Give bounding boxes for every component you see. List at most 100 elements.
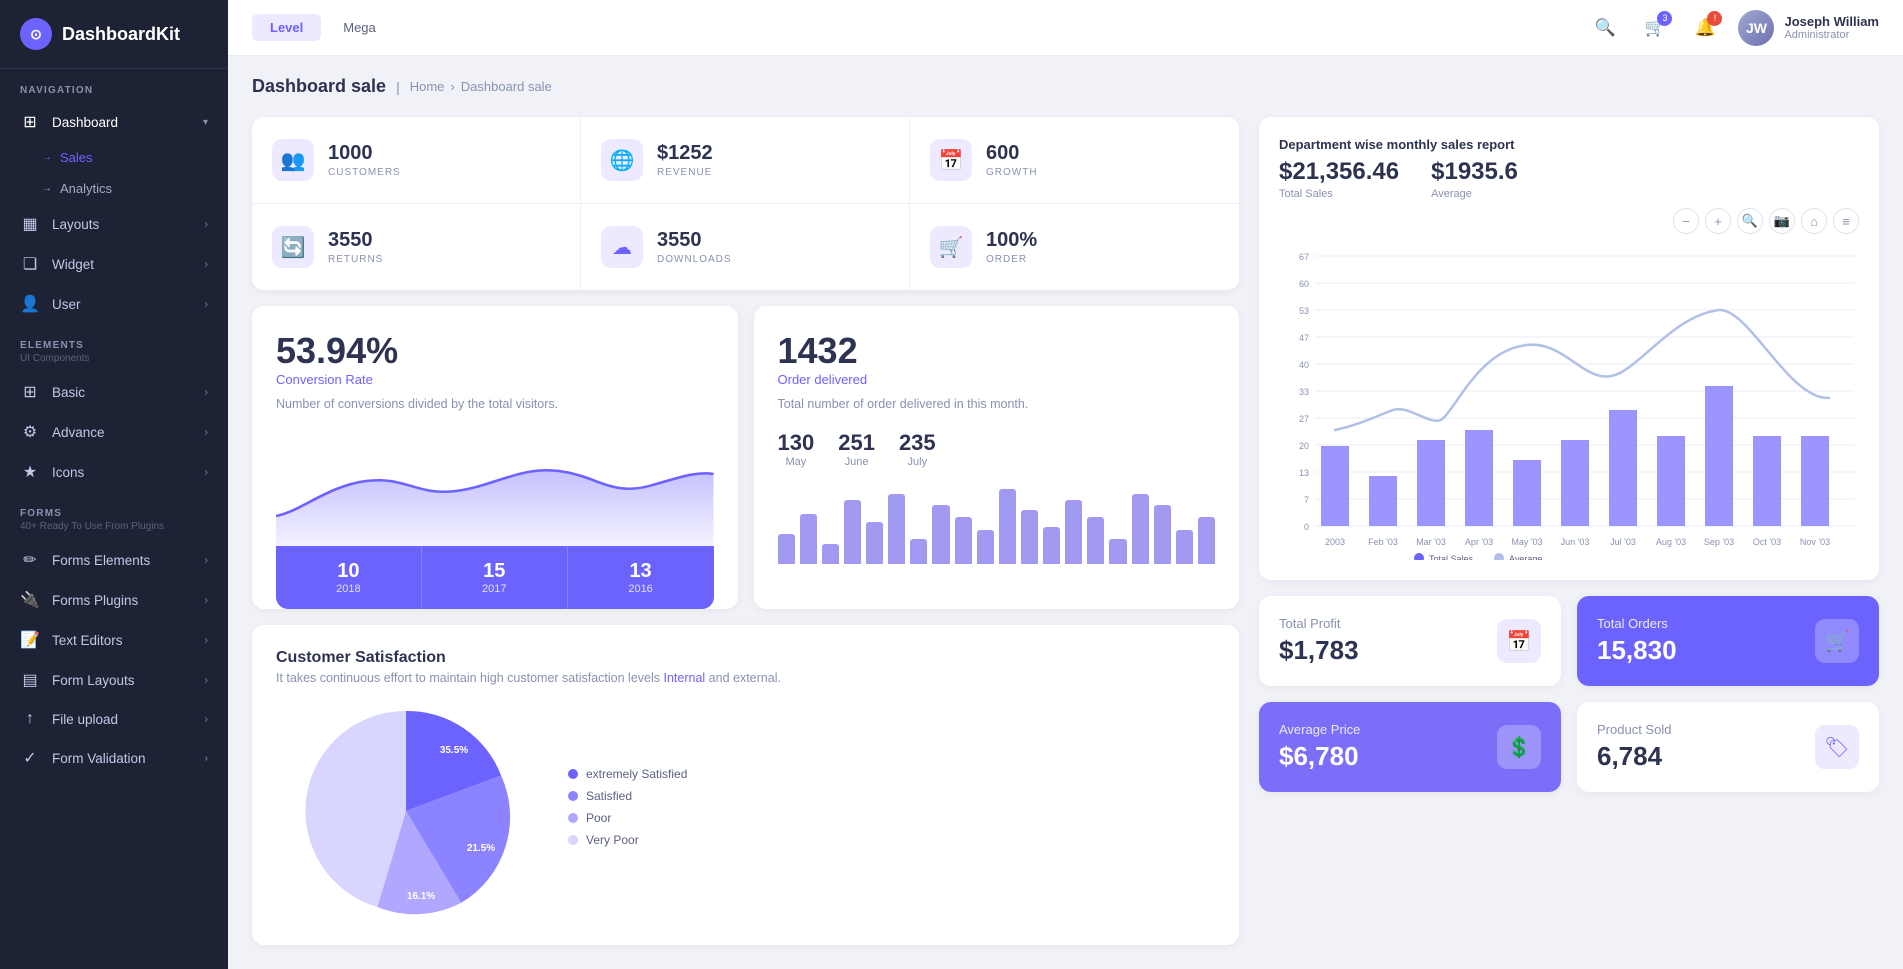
order-label: Order delivered — [778, 372, 1216, 387]
svg-text:Aug '03: Aug '03 — [1656, 537, 1686, 547]
bar — [800, 514, 817, 564]
search-button[interactable]: 🔍 — [1588, 11, 1622, 45]
breadcrumb-trail: Home › Dashboard sale — [410, 79, 552, 94]
sidebar-item-analytics[interactable]: → Analytics — [0, 173, 228, 204]
average-value: $1935.6 — [1431, 158, 1518, 186]
advance-icon: ⚙ — [20, 422, 40, 442]
pie-chart-area: 35.5% 21.5% 16.1% extremely Satisfied — [276, 701, 1215, 921]
sidebar-item-sales[interactable]: → Sales — [0, 142, 228, 173]
stat-card-revenue: 🌐 $1252 REVENUE — [581, 117, 910, 204]
chevron-down-icon: ▾ — [203, 117, 208, 128]
user-name: Joseph William — [1784, 14, 1879, 29]
arrow-right-icon: → — [42, 152, 52, 163]
revenue-value: $1252 — [657, 142, 713, 165]
total-orders-label: Total Orders — [1597, 616, 1677, 631]
svg-text:Jun '03: Jun '03 — [1561, 537, 1590, 547]
total-orders-value: 15,830 — [1597, 635, 1677, 666]
svg-text:Apr '03: Apr '03 — [1465, 537, 1493, 547]
sidebar-item-label: User — [52, 297, 81, 312]
conv-year-2016: 13 2016 — [568, 546, 714, 609]
notification-badge: ! — [1707, 11, 1722, 26]
sidebar-item-advance[interactable]: ⚙ Advance › — [0, 412, 228, 452]
svg-text:47: 47 — [1299, 333, 1309, 343]
product-sold-card: Product Sold 6,784 🏷 — [1577, 702, 1879, 792]
chevron-right-icon: › — [205, 595, 208, 606]
bar — [888, 494, 905, 564]
zoom-out-button[interactable]: − — [1673, 208, 1699, 234]
app-logo[interactable]: ⊙ DashboardKit — [0, 0, 228, 69]
svg-text:35.5%: 35.5% — [440, 745, 468, 756]
notification-button[interactable]: 🔔 ! — [1688, 11, 1722, 45]
svg-text:16.1%: 16.1% — [407, 891, 435, 902]
search-chart-button[interactable]: 🔍 — [1737, 208, 1763, 234]
order-label: ORDER — [986, 254, 1037, 265]
cart-button[interactable]: 🛒 3 — [1638, 11, 1672, 45]
product-sold-icon: 🏷 — [1815, 725, 1859, 769]
sidebar-item-form-layouts[interactable]: ▤ Form Layouts › — [0, 660, 228, 700]
bottom-stats-grid: Total Profit $1,783 📅 Total Orders 15,83… — [1259, 596, 1879, 792]
tab-mega[interactable]: Mega — [325, 14, 394, 41]
sidebar-item-icons[interactable]: ★ Icons › — [0, 452, 228, 492]
satisfaction-desc: It takes continuous effort to maintain h… — [276, 671, 1215, 685]
bar — [999, 489, 1016, 564]
svg-text:40: 40 — [1299, 360, 1309, 370]
average-price-card: Average Price $6,780 💲 — [1259, 702, 1561, 792]
text-editor-icon: 📝 — [20, 630, 40, 650]
chevron-right-icon: › — [205, 467, 208, 478]
legend-label-3: Poor — [586, 811, 611, 825]
sidebar-item-file-upload[interactable]: ↑ File upload › — [0, 700, 228, 738]
zoom-in-button[interactable]: + — [1705, 208, 1731, 234]
bar — [977, 530, 994, 563]
svg-text:Average: Average — [1509, 554, 1542, 560]
satisfaction-internal-link[interactable]: Internal — [663, 671, 705, 685]
stat-card-growth: 📅 600 GROWTH — [910, 117, 1239, 204]
main-content: Level Mega 🔍 🛒 3 🔔 ! JW Joseph William A… — [228, 0, 1903, 969]
product-sold-value: 6,784 — [1597, 741, 1671, 772]
sidebar-item-forms-elements[interactable]: ✏ Forms Elements › — [0, 540, 228, 580]
sidebar-item-basic[interactable]: ⊞ Basic › — [0, 372, 228, 412]
widget-icon: ❏ — [20, 254, 40, 274]
order-count: 1432 — [778, 330, 1216, 372]
topbar-tabs: Level Mega — [252, 14, 1576, 41]
order-months: 130 May 251 June 235 July — [778, 430, 1216, 468]
breadcrumb-home[interactable]: Home — [410, 79, 445, 94]
camera-button[interactable]: 📷 — [1769, 208, 1795, 234]
total-profit-card: Total Profit $1,783 📅 — [1259, 596, 1561, 686]
bar — [1087, 517, 1104, 564]
conversion-label: Conversion Rate — [276, 372, 714, 387]
report-totals: $21,356.46 Total Sales $1935.6 Average — [1279, 158, 1859, 200]
user-profile[interactable]: JW Joseph William Administrator — [1738, 10, 1879, 46]
breadcrumb-current: Dashboard sale — [461, 79, 552, 94]
breadcrumb-chevron: › — [450, 79, 454, 94]
bar — [1109, 539, 1126, 564]
menu-button[interactable]: ≡ — [1833, 208, 1859, 234]
stat-card-order: 🛒 100% ORDER — [910, 204, 1239, 290]
nav-section-label: NAVIGATION — [0, 69, 228, 102]
basic-icon: ⊞ — [20, 382, 40, 402]
svg-text:May '03: May '03 — [1511, 537, 1542, 547]
elements-section-sub: UI Components — [0, 353, 228, 372]
svg-text:33: 33 — [1299, 387, 1309, 397]
page-content: Dashboard sale | Home › Dashboard sale 👥… — [228, 56, 1903, 969]
sidebar-item-widget[interactable]: ❏ Widget › — [0, 244, 228, 284]
sidebar-item-form-validation[interactable]: ✓ Form Validation › — [0, 738, 228, 778]
sidebar-item-forms-plugins[interactable]: 🔌 Forms Plugins › — [0, 580, 228, 620]
order-july-num: 235 — [899, 430, 936, 456]
stat-card-customers: 👥 1000 CUSTOMERS — [252, 117, 581, 204]
sidebar-item-layouts[interactable]: ▦ Layouts › — [0, 204, 228, 244]
home-button[interactable]: ⌂ — [1801, 208, 1827, 234]
conversion-card: 53.94% Conversion Rate Number of convers… — [252, 306, 738, 609]
conv-num-2016: 13 — [578, 560, 704, 583]
pie-chart: 35.5% 21.5% 16.1% — [276, 701, 536, 921]
satisfaction-title: Customer Satisfaction — [276, 649, 1215, 667]
bar — [866, 522, 883, 564]
svg-text:Sep '03: Sep '03 — [1704, 537, 1734, 547]
tab-level[interactable]: Level — [252, 14, 321, 41]
sidebar-item-text-editors[interactable]: 📝 Text Editors › — [0, 620, 228, 660]
sidebar-item-user[interactable]: 👤 User › — [0, 284, 228, 324]
avatar: JW — [1738, 10, 1774, 46]
sidebar-item-dashboard[interactable]: ⊞ Dashboard ▾ — [0, 102, 228, 142]
svg-text:67: 67 — [1299, 252, 1309, 262]
conversion-bottom: 10 2018 15 2017 13 2016 — [276, 546, 714, 609]
bar — [932, 505, 949, 563]
